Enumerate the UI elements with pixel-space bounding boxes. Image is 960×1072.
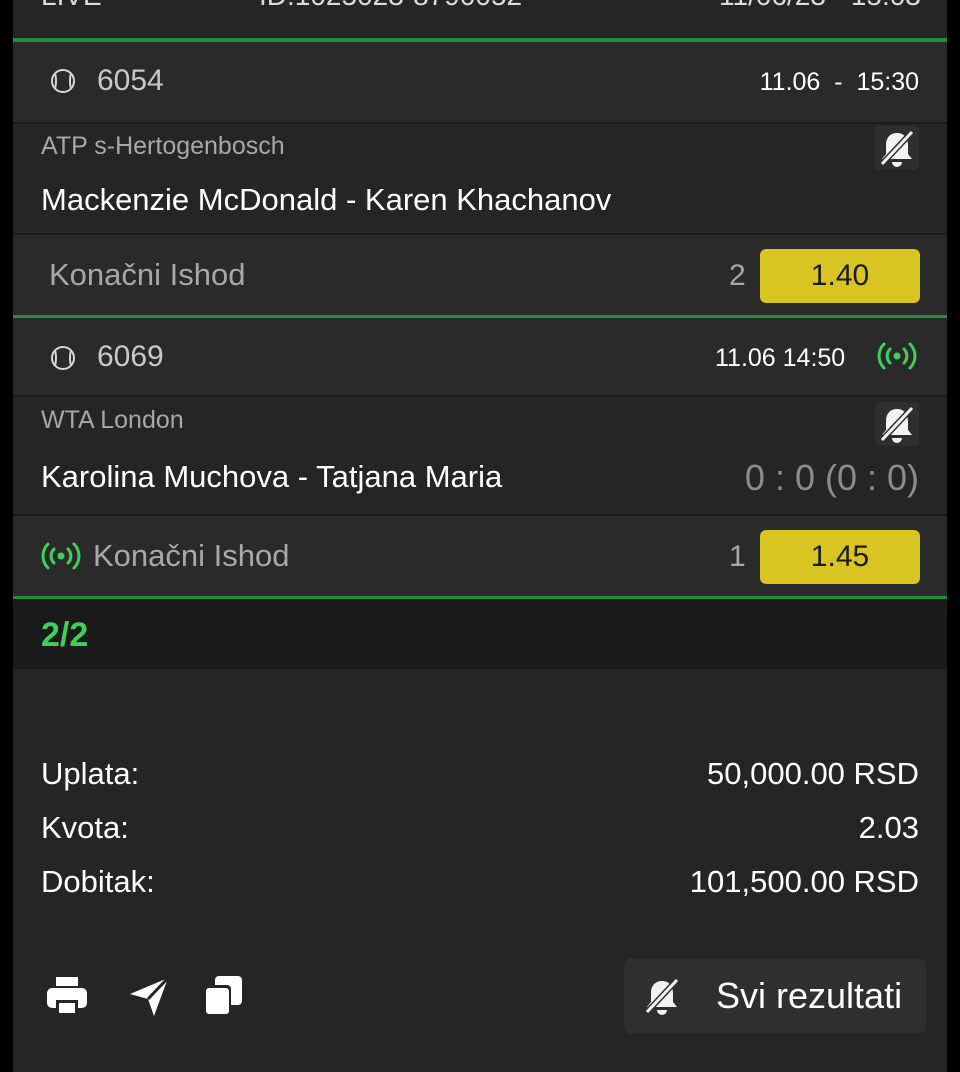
league-name: ATP s-Hertogenbosch [41, 132, 285, 160]
live-broadcast-icon [877, 342, 917, 370]
odd-badge: 1.40 [760, 249, 920, 303]
notification-toggle[interactable] [875, 402, 919, 446]
events-count-bar: 2/2 [13, 599, 947, 669]
live-label: LIVE [41, 0, 102, 12]
bet-pick: 2 [729, 259, 746, 292]
win-label: Dobitak: [41, 864, 155, 899]
bell-off-icon [879, 129, 915, 167]
match-1-bet-row: Konačni Ishod 2 1.40 [13, 235, 947, 315]
match-2-bet-row: Konačni Ishod 1 1.45 [13, 516, 947, 596]
ticket-card: LIVE ID:1025023-8790052 11/06/23 - 15:03… [13, 0, 947, 1072]
bet-pick: 1 [729, 540, 746, 573]
live-broadcast-icon [41, 542, 81, 570]
odds-label: Kvota: [41, 810, 129, 845]
ticket-datetime: 11/06/23 - 15:03 [719, 0, 921, 12]
send-icon[interactable] [127, 974, 171, 1018]
divider [13, 395, 947, 397]
all-results-button[interactable]: Svi rezultati [624, 958, 926, 1034]
divider [13, 122, 947, 124]
market-name: Konačni Ishod [49, 257, 246, 292]
all-results-label: Svi rezultati [716, 975, 903, 1016]
match-1-top-row: 6054 11.06 - 15:30 [13, 42, 947, 122]
bell-off-icon [644, 977, 680, 1015]
notification-toggle[interactable] [875, 126, 919, 170]
match-2-top-row: 6069 11.06 14:50 [13, 318, 947, 395]
ticket-id: ID:1025023-8790052 [259, 0, 522, 12]
market-name: Konačni Ishod [93, 538, 290, 573]
match-teams: Karolina Muchova - Tatjana Maria [41, 459, 503, 494]
event-time: 11.06 - 15:30 [759, 68, 919, 96]
stake-label: Uplata: [41, 756, 140, 791]
events-count: 2/2 [41, 616, 89, 654]
bell-off-icon [879, 405, 915, 443]
tennis-ball-icon [51, 69, 75, 93]
copy-icon[interactable] [201, 974, 245, 1018]
match-score: 0 : 0 (0 : 0) [744, 457, 919, 498]
event-time: 11.06 14:50 [715, 344, 846, 372]
stake-value: 50,000.00 RSD [707, 756, 919, 791]
odd-badge: 1.45 [760, 530, 920, 584]
ticket-header: LIVE ID:1025023-8790052 11/06/23 - 15:03 [13, 0, 947, 38]
tennis-ball-icon [51, 346, 75, 370]
league-name: WTA London [41, 406, 184, 434]
win-value: 101,500.00 RSD [689, 864, 919, 899]
odds-value: 2.03 [858, 810, 919, 845]
print-icon[interactable] [45, 974, 89, 1018]
event-id: 6054 [97, 64, 164, 97]
match-teams: Mackenzie McDonald - Karen Khachanov [41, 182, 612, 217]
event-id: 6069 [97, 340, 164, 373]
